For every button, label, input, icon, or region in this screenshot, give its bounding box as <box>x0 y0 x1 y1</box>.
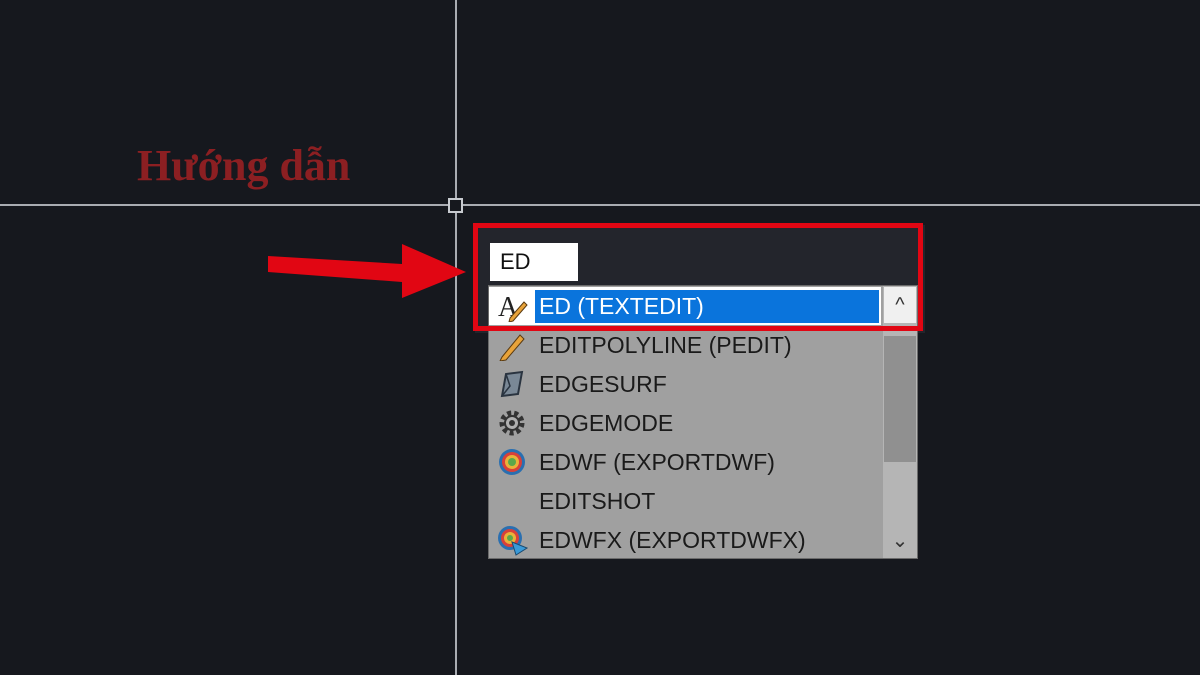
dwfx-export-icon <box>495 523 529 557</box>
edge-surface-icon <box>495 367 529 401</box>
scroll-down-button[interactable]: ⌄ <box>884 524 916 556</box>
autocomplete-item-label: EDITPOLYLINE (PEDIT) <box>539 331 792 358</box>
blank-icon <box>495 484 529 518</box>
autocomplete-item-edgesurf[interactable]: EDGESURF <box>489 365 881 403</box>
scroll-thumb[interactable] <box>884 336 916 462</box>
autocomplete-item-label: EDGEMODE <box>539 409 674 436</box>
autocomplete-item-label: EDITSHOT <box>539 487 656 514</box>
autocomplete-item-exportdwfx[interactable]: EDWFX (EXPORTDWFX) <box>489 521 881 559</box>
crosshair-horizontal <box>0 204 1200 206</box>
autocomplete-item-label: EDWF (EXPORTDWF) <box>539 448 775 475</box>
autocomplete-item-label: EDGESURF <box>539 370 667 397</box>
cursor-pickbox <box>448 198 463 213</box>
autocomplete-item-editshot[interactable]: EDITSHOT <box>489 482 881 520</box>
autocomplete-item-edgemode[interactable]: EDGEMODE <box>489 404 881 442</box>
highlight-box <box>473 223 923 331</box>
dwf-export-icon <box>495 445 529 479</box>
watermark-text: Hướng dẫn <box>137 141 351 190</box>
crosshair-vertical <box>455 0 457 675</box>
red-arrow-icon <box>268 244 466 298</box>
gear-icon <box>495 406 529 440</box>
pencil-icon <box>495 328 529 362</box>
autocomplete-item-pedit[interactable]: EDITPOLYLINE (PEDIT) <box>489 326 881 364</box>
autocomplete-item-exportdwf[interactable]: EDWF (EXPORTDWF) <box>489 443 881 481</box>
autocomplete-item-label: EDWFX (EXPORTDWFX) <box>539 526 806 553</box>
